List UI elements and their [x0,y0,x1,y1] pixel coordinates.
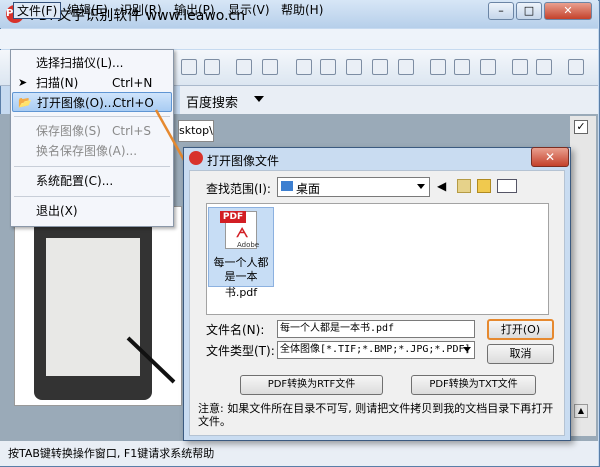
pdf-badge: PDF [220,211,246,223]
app-logo-icon [189,151,203,165]
cancel-button[interactable]: 取消 [487,344,554,364]
look-in-value: 桌面 [296,182,321,196]
back-icon[interactable]: ◀ [437,179,451,193]
filename-input[interactable]: 每一个人都是一本书.pdf [277,320,475,338]
filename-label: 文件名(N): [206,323,265,337]
chevron-down-icon[interactable] [417,184,425,189]
filetype-select[interactable]: 全体图像[*.TIF;*.BMP;*.JPG;*.PDF] [277,341,475,359]
file-name-line2: 是一本书.pdf [224,270,258,299]
pdf-to-rtf-button[interactable]: PDF转换为RTF文件 [240,375,383,395]
adobe-label: Adobe [237,241,260,249]
look-in-label: 查找范围(I): [206,182,271,196]
new-folder-icon[interactable] [477,179,491,193]
filetype-label: 文件类型(T): [206,344,275,358]
open-button[interactable]: 打开(O) [487,319,554,340]
dialog-note: 注意: 如果文件所在目录不可写, 则请把文件拷贝到我的文档目录下再打开文件。 [198,402,554,428]
adobe-logo-icon: ᗅ [236,226,249,241]
dialog-title: 打开图像文件 [207,154,280,168]
desktop-icon [281,181,293,191]
view-menu-icon[interactable] [497,179,517,193]
chevron-down-icon[interactable] [463,347,471,352]
dialog-close-button[interactable]: ✕ [531,147,569,167]
up-folder-icon[interactable] [457,179,471,193]
pdf-to-txt-button[interactable]: PDF转换为TXT文件 [411,375,536,395]
